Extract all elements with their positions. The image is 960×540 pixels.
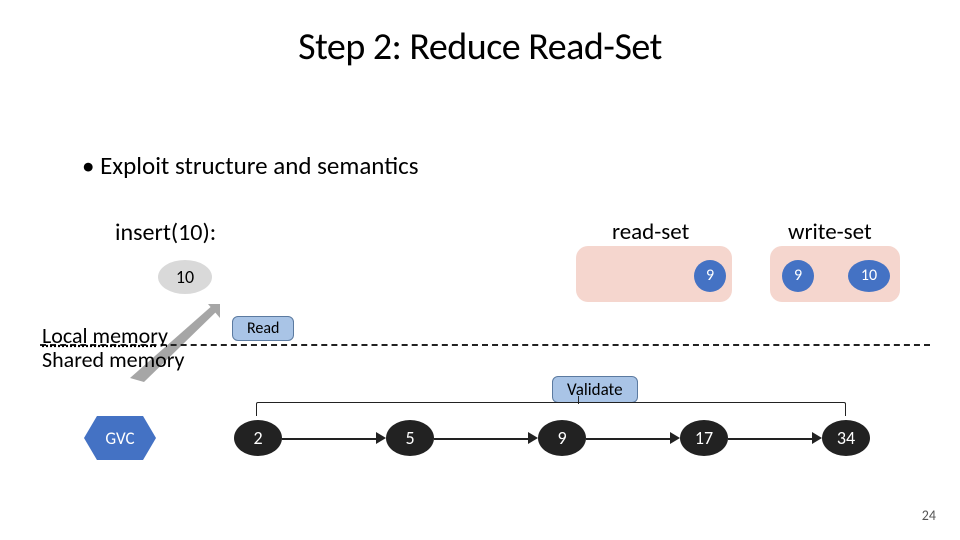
readset-label: read-set xyxy=(612,218,689,246)
list-link-4 xyxy=(728,438,812,440)
readset-item-9: 9 xyxy=(694,260,726,292)
page-number: 24 xyxy=(922,507,936,524)
list-link-1 xyxy=(282,438,376,440)
list-arrowhead-3 xyxy=(670,432,680,444)
list-node-9: 9 xyxy=(538,420,586,456)
writeset-item-10: 10 xyxy=(848,260,890,292)
gvc-hex: GVC xyxy=(84,416,156,460)
list-arrowhead-4 xyxy=(812,432,822,444)
list-node-5: 5 xyxy=(386,420,434,456)
validate-bracket xyxy=(256,402,846,416)
list-arrowhead-2 xyxy=(528,432,538,444)
local-memory-label: Local memory xyxy=(42,322,168,349)
list-node-2: 2 xyxy=(234,420,282,456)
shared-memory-label: Shared memory xyxy=(42,346,185,373)
read-label: Read xyxy=(232,316,294,341)
list-link-2 xyxy=(434,438,528,440)
writeset-item-9: 9 xyxy=(782,260,814,292)
pending-node: 10 xyxy=(158,260,212,294)
list-link-3 xyxy=(586,438,670,440)
writeset-label: write-set xyxy=(788,218,872,246)
bullet-exploit: • Exploit structure and semantics xyxy=(82,150,418,181)
list-arrowhead-1 xyxy=(376,432,386,444)
slide-title: Step 2: Reduce Read-Set xyxy=(0,24,960,70)
insert-call-label: insert(10): xyxy=(115,218,216,247)
list-node-17: 17 xyxy=(680,420,728,456)
list-node-34: 34 xyxy=(822,420,870,456)
validate-label: Validate xyxy=(552,376,638,403)
